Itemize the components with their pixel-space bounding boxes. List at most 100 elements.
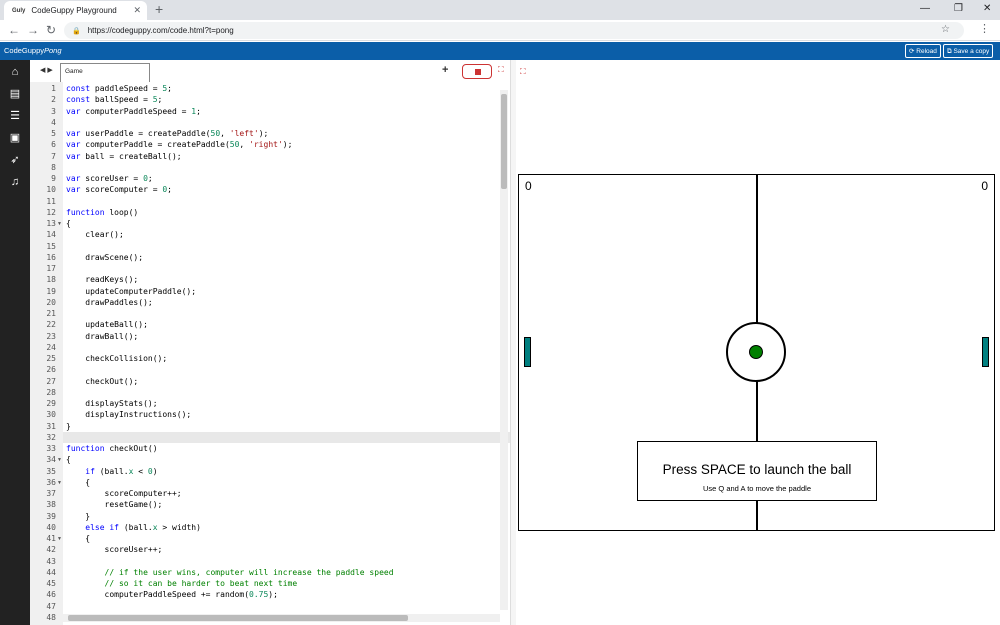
tab-game[interactable]: Game <box>60 63 150 82</box>
reload-page-icon[interactable]: ↻ <box>46 23 56 37</box>
code-editor[interactable]: 1 2 3 4 5 6 7 8 9 10 11 12 13 ▼ 14 15 16 17 18 19 20 21 22 23 24… <box>30 82 510 625</box>
code-line[interactable]: { <box>66 533 90 544</box>
score-left: 0 <box>525 179 532 193</box>
expand-editor-icon[interactable]: ⛶ <box>498 66 504 74</box>
back-icon[interactable]: ← <box>8 23 20 37</box>
window-close-icon[interactable]: ✕ <box>983 3 991 14</box>
line-number: 7 <box>51 151 56 161</box>
add-tab-button[interactable]: + <box>442 64 448 76</box>
fold-arrow-icon[interactable]: ▼ <box>57 536 62 542</box>
expand-game-icon[interactable]: ⛶ <box>520 68 526 76</box>
editor-toolbar: ◀ ▶ Game + ⛶ <box>30 60 510 82</box>
code-line[interactable]: } <box>66 421 71 432</box>
line-number: 17 <box>46 264 56 273</box>
vertical-scrollbar[interactable] <box>500 90 508 610</box>
code-line[interactable]: checkCollision(); <box>66 353 167 364</box>
code-line[interactable]: if (ball.x < 0) <box>66 466 157 477</box>
code-line[interactable]: readKeys(); <box>66 274 138 285</box>
code-line[interactable]: const ballSpeed = 5; <box>66 94 162 105</box>
code-line[interactable]: var scoreUser = 0; <box>66 173 153 184</box>
fold-arrow-icon[interactable]: ▼ <box>57 221 62 227</box>
line-number: 29 <box>46 399 56 408</box>
code-line[interactable]: var computerPaddleSpeed = 1; <box>66 106 201 117</box>
minimize-icon[interactable]: — <box>920 3 930 14</box>
list-icon[interactable]: ☰ <box>8 110 22 122</box>
code-line[interactable]: checkOut(); <box>66 376 138 387</box>
line-number: 16 <box>46 252 56 262</box>
line-number: 32 <box>46 432 56 442</box>
line-number: 6 <box>51 140 56 150</box>
code-line[interactable]: // if the user wins, computer will incre… <box>66 567 394 578</box>
code-line[interactable]: var scoreComputer = 0; <box>66 184 172 195</box>
code-line[interactable]: drawPaddles(); <box>66 297 152 308</box>
game-canvas[interactable]: 0 0 Press SPACE to launch the ball Use Q… <box>518 174 995 531</box>
image-icon[interactable]: ▣ <box>8 132 22 144</box>
code-line[interactable]: displayInstructions(); <box>66 409 191 420</box>
browser-tab[interactable]: Guly CodeGuppy Playground ✕ <box>4 1 147 20</box>
forward-icon[interactable]: → <box>27 23 39 37</box>
code-line[interactable]: function loop() <box>66 207 138 218</box>
score-right: 0 <box>981 179 988 193</box>
url-field[interactable]: 🔒 https://codeguppy.com/code.html?t=pong… <box>64 22 964 39</box>
code-line[interactable]: clear(); <box>66 229 124 240</box>
address-bar-row: ← → ↻ 🔒 https://codeguppy.com/code.html?… <box>0 20 1000 41</box>
music-icon[interactable]: ♫ <box>8 176 22 188</box>
code-line[interactable]: { <box>66 454 71 465</box>
code-line[interactable]: { <box>66 218 71 229</box>
code-line[interactable]: // so it can be harder to beat next time <box>66 578 298 589</box>
line-number: 11 <box>46 196 56 206</box>
code-line[interactable]: var userPaddle = createPaddle(50, 'left'… <box>66 128 268 139</box>
line-number: 33 <box>46 444 56 453</box>
code-line[interactable]: updateBall(); <box>66 319 148 330</box>
fold-arrow-icon[interactable]: ▼ <box>57 480 62 486</box>
code-line[interactable]: else if (ball.x > width) <box>66 522 201 533</box>
line-number: 19 <box>46 286 56 296</box>
rocket-icon[interactable]: ➶ <box>8 154 22 166</box>
line-number: 45 <box>46 579 56 588</box>
line-gutter: 1 2 3 4 5 6 7 8 9 10 11 12 13 ▼ 14 15 16 17 18 19 20 21 22 23 24… <box>30 82 63 625</box>
tab-close-icon[interactable]: ✕ <box>133 5 141 16</box>
code-line[interactable]: { <box>66 477 90 488</box>
code-line[interactable]: } <box>66 511 90 522</box>
reload-button[interactable]: ⟳ Reload <box>905 44 941 58</box>
stop-button[interactable] <box>462 64 492 79</box>
code-line[interactable]: var ball = createBall(); <box>66 151 182 162</box>
code-line[interactable]: displayStats(); <box>66 398 157 409</box>
line-number: 41 <box>46 534 56 543</box>
tab-scroll-arrows-icon[interactable]: ◀ ▶ <box>40 66 53 74</box>
instruction-box: Press SPACE to launch the ball Use Q and… <box>637 441 877 501</box>
code-line[interactable]: computerPaddleSpeed += random(0.75); <box>66 589 278 600</box>
line-number: 3 <box>51 106 56 116</box>
browser-menu-icon[interactable]: ⋮ <box>979 24 990 35</box>
home-icon[interactable]: ⌂ <box>8 66 22 78</box>
active-line-highlight <box>63 431 510 443</box>
code-line[interactable]: var computerPaddle = createPaddle(50, 'r… <box>66 139 292 150</box>
line-number: 25 <box>46 354 56 363</box>
new-tab-icon[interactable]: + <box>155 2 163 16</box>
code-line[interactable]: resetGame(); <box>66 499 163 510</box>
brand-name[interactable]: CodeGuppy <box>4 46 44 55</box>
scroll-thumb[interactable] <box>501 94 507 189</box>
browser-tabstrip: Guly CodeGuppy Playground ✕ + — ❐ ✕ <box>0 0 1000 20</box>
computer-paddle <box>982 337 989 367</box>
code-line[interactable]: function checkOut() <box>66 443 158 454</box>
code-line[interactable]: scoreComputer++; <box>66 488 182 499</box>
line-number: 21 <box>46 309 56 318</box>
code-line[interactable]: drawBall(); <box>66 331 138 342</box>
horizontal-scrollbar[interactable] <box>63 614 500 622</box>
code-line[interactable]: drawScene(); <box>66 252 143 263</box>
game-pane: ⛶ 0 0 Press SPACE to launch the ball Use… <box>516 60 1000 625</box>
line-number: 12 <box>46 207 56 217</box>
code-line[interactable]: const paddleSpeed = 5; <box>66 83 172 94</box>
scroll-thumb[interactable] <box>68 615 408 621</box>
book-icon[interactable]: ▤ <box>8 88 22 100</box>
sidebar: ⌂ ▤ ☰ ▣ ➶ ♫ <box>0 60 30 625</box>
code-line[interactable]: updateComputerPaddle(); <box>66 286 196 297</box>
line-number: 48 <box>46 612 56 622</box>
url-text: https://codeguppy.com/code.html?t=pong <box>87 26 234 35</box>
code-line[interactable]: scoreUser++; <box>66 544 163 555</box>
bookmark-star-icon[interactable]: ☆ <box>941 24 950 35</box>
fold-arrow-icon[interactable]: ▼ <box>57 457 62 463</box>
restore-icon[interactable]: ❐ <box>954 3 963 14</box>
save-copy-button[interactable]: ⧉ Save a copy <box>943 44 994 58</box>
